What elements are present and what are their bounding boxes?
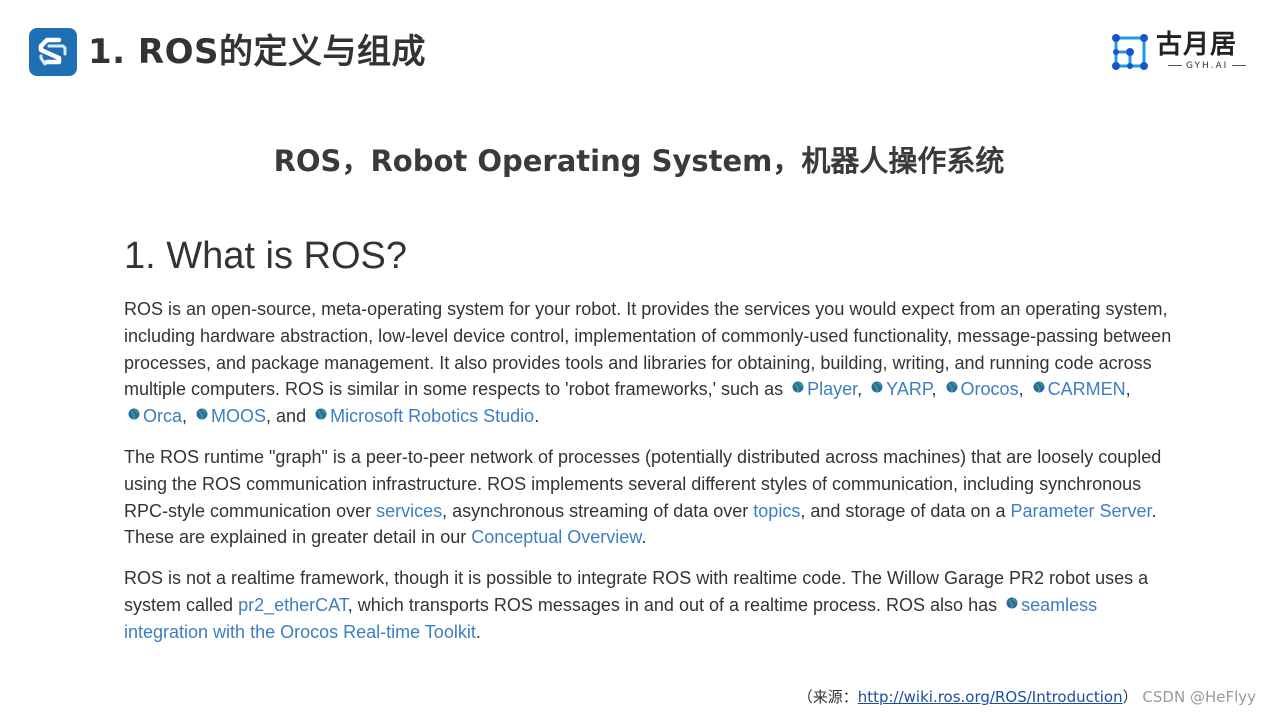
slide-subtitle: ROS，Robot Operating System，机器人操作系统 [273,144,1005,178]
external-link-globe-icon [871,381,883,394]
link-microsoft-robotics-studio[interactable]: Microsoft Robotics Studio [330,406,534,426]
external-link-globe-icon [128,408,140,420]
external-link-globe-icon [1033,381,1045,394]
link-orca[interactable]: Orca [143,406,182,426]
gyh-network-icon [1112,34,1148,70]
slide-title: 1. ROS的定义与组成 [88,32,426,72]
paragraph-text: , which transports ROS messages in and o… [347,594,998,615]
app-logo-icon [29,28,77,76]
source-prefix: （来源： [797,688,858,706]
link-topics[interactable]: topics [753,501,800,521]
paragraph-realtime: ROS is not a realtime framework, though … [124,565,1184,645]
paragraph-intro: ROS is an open-source, meta-operating sy… [124,299,1172,427]
paragraph-text: . [475,621,481,642]
paragraph-text: , and [266,406,307,427]
link-orocos[interactable]: Orocos [961,379,1019,399]
paragraph-text: , asynchronous streaming of data over [442,500,749,521]
external-link-globe-icon [946,381,958,394]
paragraph-runtime-graph: The ROS runtime "graph" is a peer-to-pee… [124,444,1184,551]
external-link-globe-icon [315,408,327,420]
paragraph-text: . [534,406,540,427]
brand-logo: 古月居 GYH.AI [1108,30,1252,76]
external-link-globe-icon [1006,597,1018,609]
link-carmen[interactable]: CARMEN [1048,379,1126,399]
link-services[interactable]: services [376,501,442,521]
link-yarp[interactable]: YARP [886,379,931,399]
link-moos[interactable]: MOOS [211,406,266,426]
external-link-globe-icon [792,381,804,394]
paragraph-text: , and storage of data on a [800,500,1006,521]
brand-subtitle: GYH.AI [1164,61,1250,71]
external-link-globe-icon [196,408,208,420]
link-conceptual-overview[interactable]: Conceptual Overview [471,527,641,547]
paragraph-text: . [641,527,647,548]
source-suffix: ） [1122,688,1138,706]
wiki-heading: 1. What is ROS? [124,235,407,277]
source-citation: （来源：http://wiki.ros.org/ROS/Introduction… [798,686,1256,707]
link-parameter-server[interactable]: Parameter Server [1011,501,1152,521]
source-url-link[interactable]: http://wiki.ros.org/ROS/Introduction [858,688,1123,706]
watermark: CSDN @HeFlyy [1142,688,1256,706]
wiki-screenshot: 1. What is ROS? ROS is an open-source, m… [124,228,1184,660]
link-pr2-ethercat[interactable]: pr2_etherCAT [238,595,348,615]
brand-name: 古月居 [1156,30,1238,60]
link-player[interactable]: Player [807,379,857,399]
